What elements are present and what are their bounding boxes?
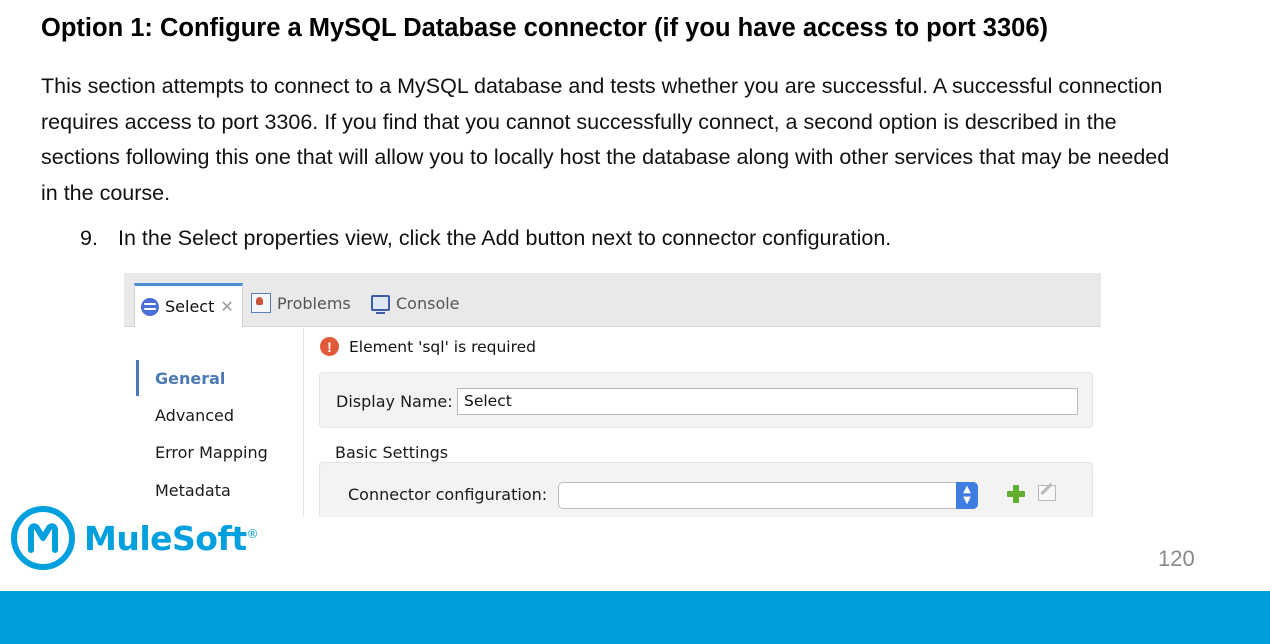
add-icon[interactable] [1006, 484, 1026, 504]
error-icon: ! [320, 337, 339, 356]
connector-config-select[interactable]: ▲ ▼ [558, 482, 978, 509]
step-number: 9. [80, 226, 98, 250]
page-number: 120 [1158, 546, 1195, 571]
logo-name: MuleSoft [84, 518, 247, 558]
intro-paragraph: This section attempts to connect to a My… [41, 74, 1170, 206]
console-icon [371, 295, 390, 314]
mulesoft-logo: MuleSoft® [11, 506, 259, 570]
tab-label: Select [165, 297, 215, 316]
nav-item-error-mapping[interactable]: Error Mapping [155, 443, 268, 462]
tab-select[interactable]: Select ✕ [134, 283, 243, 327]
tab-console[interactable]: Console [371, 289, 460, 317]
logo-wordmark: MuleSoft® [84, 518, 259, 558]
step-item: 9. In the Select properties view, click t… [80, 226, 891, 251]
properties-view-screenshot: Select ✕ Problems Console General Advanc… [124, 273, 1101, 517]
chevron-updown-icon[interactable]: ▲ ▼ [956, 482, 978, 509]
nav-item-advanced[interactable]: Advanced [155, 406, 234, 425]
problems-icon [251, 293, 271, 313]
section-heading: Option 1: Configure a MySQL Database con… [41, 14, 1049, 42]
tab-label: Problems [277, 293, 351, 313]
nav-item-metadata[interactable]: Metadata [155, 481, 231, 500]
tab-problems[interactable]: Problems [251, 289, 351, 317]
step-text: In the Select properties view, click the… [118, 226, 892, 250]
edit-icon[interactable] [1038, 485, 1056, 501]
basic-settings-panel: Connector configuration: ▲ ▼ [319, 462, 1093, 517]
tab-label: Console [396, 293, 460, 313]
view-tab-bar: Select ✕ Problems Console [124, 273, 1101, 327]
validation-error: ! Element 'sql' is required [320, 337, 536, 356]
database-icon [141, 297, 159, 316]
connector-config-label: Connector configuration: [348, 485, 548, 504]
display-name-label: Display Name: [336, 392, 453, 411]
mulesoft-m-icon [28, 523, 58, 553]
trademark: ® [246, 526, 259, 541]
mulesoft-mark-icon [11, 506, 75, 570]
nav-item-general[interactable]: General [155, 369, 225, 388]
display-name-field[interactable]: Select [457, 388, 1078, 415]
properties-nav: General Advanced Error Mapping Metadata [124, 328, 304, 517]
close-icon[interactable]: ✕ [220, 297, 233, 316]
display-name-panel: Display Name: Select [319, 372, 1093, 428]
nav-selection-marker [136, 360, 139, 396]
error-message: Element 'sql' is required [349, 337, 537, 356]
footer-bar [0, 591, 1270, 644]
basic-settings-title: Basic Settings [335, 443, 449, 462]
